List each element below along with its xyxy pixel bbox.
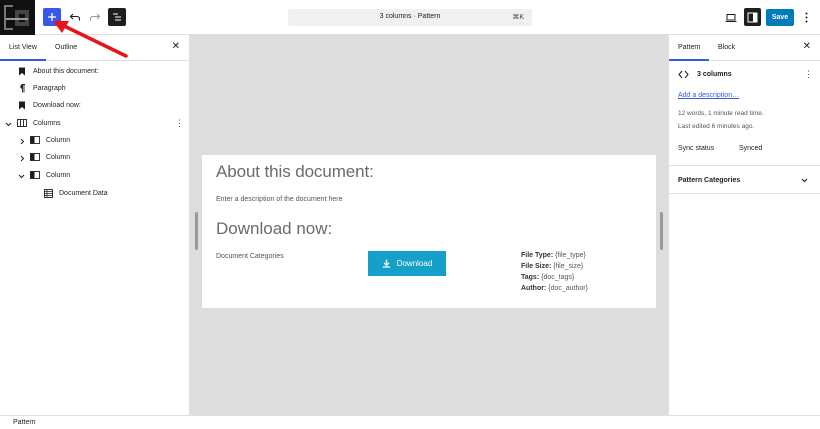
description-paragraph[interactable]: Enter a description of the document here [216,196,342,203]
meta-label: Tags: [521,274,540,281]
command-palette-bar[interactable]: 3 columns · Pattern ⌘K [288,9,532,26]
list-item-column[interactable]: Column [30,132,70,148]
site-logo[interactable] [0,0,35,35]
column-icon [30,135,40,145]
list-item-label: Columns [33,119,61,127]
list-item-label: Paragraph [33,84,66,92]
active-tab-indicator [0,59,46,61]
plus-icon [48,13,56,21]
columns-icon [17,118,27,128]
list-item-label: Document Data [59,189,108,197]
meta-value: {doc_author} [548,285,588,292]
block-options-icon[interactable]: ⋮ [175,118,184,129]
list-item-document-data[interactable]: Document Data [43,185,108,201]
list-item-label: Column [46,171,71,179]
pattern-icon [678,70,689,79]
list-item-column[interactable]: Column [30,167,70,183]
breadcrumb[interactable]: Pattern [13,419,36,426]
paragraph-icon [17,83,27,93]
redo-icon [89,13,101,21]
editor-top-toolbar: 3 columns · Pattern ⌘K Save [0,0,820,35]
tab-block[interactable]: Block [718,44,735,51]
download-icon [382,259,391,268]
download-label: Download [396,259,433,268]
meta-value: {doc_tags} [541,274,575,281]
tab-outline[interactable]: Outline [55,44,77,51]
pattern-categories-label: Pattern Categories [678,177,741,184]
tab-pattern[interactable]: Pattern [678,44,701,51]
chevron-down-icon[interactable] [4,120,12,128]
resize-handle-right[interactable] [660,212,663,250]
document-title: 3 columns · Pattern [379,13,441,20]
bookmark-icon [17,100,27,110]
list-view-panel: List View Outline ✕ About this document:… [0,35,190,415]
undo-icon [69,13,81,21]
meta-label: Author: [521,285,547,292]
column-icon [30,170,40,180]
meta-file-size: File Size: {file_size} [521,263,583,270]
document-overview-button[interactable] [108,8,126,26]
meta-label: File Type: [521,252,554,259]
block-breadcrumb-bar: Pattern [0,415,820,429]
tab-list-view[interactable]: List View [9,44,37,51]
list-item-column[interactable]: Column [30,149,70,165]
pattern-categories-panel[interactable]: Pattern Categories [669,165,820,194]
list-view-icon [113,13,121,21]
kebab-icon [805,12,807,23]
pattern-preview[interactable]: About this document: Enter a description… [202,155,656,308]
list-item-label: Download now: [33,101,81,109]
preview-button[interactable] [723,10,739,25]
chevron-right-icon[interactable] [18,154,26,162]
active-tab-indicator [669,59,709,61]
list-item-label: Column [46,136,71,144]
list-item[interactable]: Download now: [17,97,81,113]
table-icon [43,188,53,198]
meta-author: Author: {doc_author} [521,285,588,292]
close-icon[interactable]: ✕ [172,41,180,52]
word-count: 12 words, 1 minute read time. [678,110,764,117]
logo-shape [6,18,28,20]
list-item-columns[interactable]: Columns [17,115,61,131]
chevron-down-icon[interactable] [17,172,25,180]
settings-sidebar-toggle[interactable] [744,8,761,26]
pattern-title-row: 3 columns [678,70,732,79]
sidebar-icon [747,12,758,22]
editor-canvas: About this document: Enter a description… [190,35,668,415]
list-item-label: Column [46,153,71,161]
meta-value: {file_size} [553,263,584,270]
resize-handle-left[interactable] [195,212,198,250]
document-categories[interactable]: Document Categories [216,253,284,260]
options-menu-button[interactable] [801,9,811,26]
close-icon[interactable]: ✕ [803,41,811,52]
add-description-link[interactable]: Add a description… [678,92,739,99]
pattern-options-icon[interactable]: ⋮ [804,69,813,80]
meta-tags: Tags: {doc_tags} [521,274,574,281]
command-shortcut: ⌘K [512,14,524,21]
download-button[interactable]: Download [368,251,446,276]
meta-file-type: File Type: {file_type} [521,252,586,259]
last-edited: Last edited 6 minutes ago. [678,123,755,130]
block-inserter-button[interactable] [43,8,61,26]
undo-button[interactable] [66,8,84,26]
sync-status-label: Sync status [678,145,715,152]
settings-sidebar: Pattern Block ✕ 3 columns ⋮ Add a descri… [668,35,820,415]
chevron-down-icon [801,176,808,185]
heading-about[interactable]: About this document: [216,162,374,182]
redo-button[interactable] [86,8,104,26]
list-item[interactable]: Paragraph [17,80,66,96]
save-button[interactable]: Save [766,9,794,26]
meta-label: File Size: [521,263,552,270]
list-view-tabs: List View Outline ✕ [0,35,189,61]
desktop-icon [725,13,737,22]
settings-tabs: Pattern Block ✕ [669,35,820,61]
list-item[interactable]: About this document: [17,63,99,79]
heading-download[interactable]: Download now: [216,219,332,239]
column-icon [30,152,40,162]
sync-status-value: Synced [739,145,763,152]
pattern-title: 3 columns [697,71,732,78]
chevron-right-icon[interactable] [18,137,26,145]
meta-value: {file_type} [555,252,586,259]
list-item-label: About this document: [33,67,99,75]
bookmark-icon [17,66,27,76]
